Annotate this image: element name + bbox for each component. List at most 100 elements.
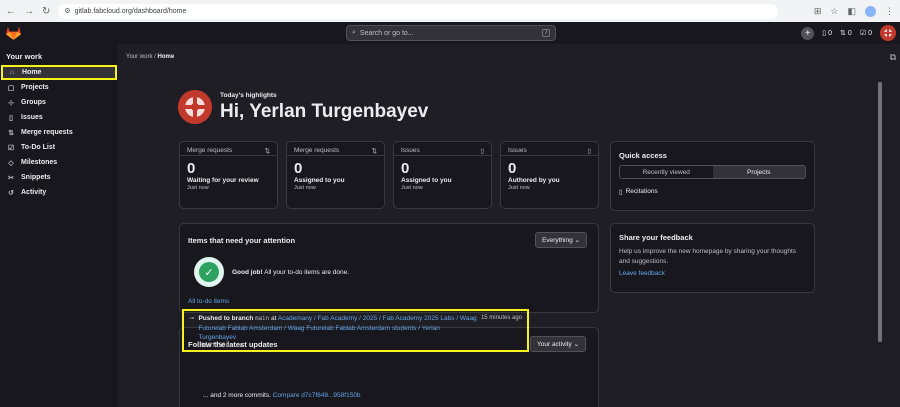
sidebar-item-todo-list[interactable]: ☑ To-Do List <box>0 140 118 155</box>
search-placeholder: Search or go to... <box>359 29 414 37</box>
back-icon[interactable]: ← <box>6 6 16 17</box>
stat-value: 0 <box>401 160 410 177</box>
stat-card-mr-assigned[interactable]: Merge requests ⇅ 0 Assigned to you Just n… <box>286 141 385 209</box>
chevron-down-icon: ⌄ <box>574 237 580 244</box>
greeting: Today's highlights Hi, Yerlan Turgenbaye… <box>178 90 428 124</box>
star-icon[interactable]: ☆ <box>830 6 838 17</box>
breadcrumb-current: Home <box>157 54 175 60</box>
highlights-label: Today's highlights <box>220 91 277 99</box>
scrollbar[interactable] <box>878 82 882 342</box>
sidebar-item-label: Home <box>22 69 42 76</box>
tab-recently-viewed[interactable]: Recently viewed <box>620 166 713 178</box>
gitlab-logo-icon[interactable] <box>2 22 24 44</box>
sidebar-item-groups[interactable]: ⊹ Groups <box>0 95 118 110</box>
user-avatar[interactable] <box>880 25 896 41</box>
breadcrumb-parent[interactable]: Your work <box>126 54 152 60</box>
topbar-actions: + ▯ 0 ⇅ 0 ☑ 0 <box>801 25 896 41</box>
attention-panel: Items that need your attention Everythin… <box>179 223 599 313</box>
stat-desc: Assigned to you <box>294 177 345 184</box>
leave-feedback-link[interactable]: Leave feedback <box>611 267 814 280</box>
all-todo-link[interactable]: All to-do items <box>188 298 229 305</box>
todo-icon: ☑ <box>7 144 15 152</box>
stat-time: Just now <box>187 185 209 191</box>
user-avatar-large <box>178 90 212 124</box>
compare-link[interactable]: Compare d7c7f849...958f150b <box>273 392 361 399</box>
stat-card-issues-assigned[interactable]: Issues ▯ 0 Assigned to you Just now <box>393 141 492 209</box>
sidebar-item-label: Issues <box>21 114 43 121</box>
main-content: Your work / Home ⧉ Today's highlights Hi… <box>118 44 900 407</box>
quick-access-item[interactable]: ▯ Recitations <box>611 179 814 205</box>
stat-card-issues-authored[interactable]: Issues ▯ 0 Authored by you Just now <box>500 141 599 209</box>
stat-card-mr-review[interactable]: Merge requests ⇅ 0 Waiting for your revie… <box>179 141 278 209</box>
project-icon: ▢ <box>7 84 15 92</box>
stat-value: 0 <box>187 160 196 177</box>
attention-filter-dropdown[interactable]: Everything ⌄ <box>535 232 587 248</box>
feedback-panel: Share your feedback Help us improve the … <box>610 223 815 293</box>
check-icon: ✓ <box>194 257 224 287</box>
quick-access-toggle: Recently viewed Projects <box>619 165 806 179</box>
sidebar-item-projects[interactable]: ▢ Projects <box>0 80 118 95</box>
browser-nav: ← → ↻ <box>6 6 50 17</box>
extensions-icon[interactable]: ◧ <box>847 6 856 17</box>
browser-toolbar: ← → ↻ ⚙ gitlab.fabcloud.org/dashboard/ho… <box>0 0 900 22</box>
forward-icon[interactable]: → <box>24 6 34 17</box>
address-bar[interactable]: ⚙ gitlab.fabcloud.org/dashboard/home <box>58 3 779 19</box>
create-new-button[interactable]: + <box>801 26 815 40</box>
event-action: Pushed to branch <box>198 315 254 322</box>
reload-icon[interactable]: ↻ <box>42 6 50 17</box>
sidebar-item-label: Merge requests <box>21 129 73 136</box>
quick-access-title: Quick access <box>619 151 667 160</box>
search-input[interactable]: ⌕ Search or go to... / <box>346 25 556 41</box>
browser-extensions: ⊞ ☆ ◧ ⋮ <box>814 5 894 17</box>
sidebar-item-home[interactable]: ⌂ Home <box>1 65 117 80</box>
profile-icon[interactable] <box>865 5 876 17</box>
stat-value: 0 <box>294 160 303 177</box>
activity-filter-dropdown[interactable]: Your activity ⌄ <box>530 336 587 352</box>
todo-counter[interactable]: ☑ 0 <box>860 29 872 38</box>
history-icon: ↺ <box>8 189 14 197</box>
sidebar-title: Your work <box>6 52 43 61</box>
sidebar-item-label: Snippets <box>21 174 51 181</box>
sidebar-item-issues[interactable]: ▯ Issues <box>0 110 118 125</box>
issues-icon: ▯ <box>822 30 827 37</box>
sidebar-item-merge-requests[interactable]: ⇅ Merge requests <box>0 125 118 140</box>
issues-icon: ▯ <box>9 114 13 122</box>
stat-time: Just now <box>508 185 530 191</box>
issues-icon: ▯ <box>480 148 484 155</box>
branch-link[interactable]: main <box>255 316 269 322</box>
good-job-label: Good job! <box>232 268 263 276</box>
menu-icon[interactable]: ⋮ <box>885 6 894 17</box>
merge-request-icon: ⇅ <box>371 148 377 155</box>
stat-desc: Waiting for your review <box>187 177 259 184</box>
sidebar-item-label: Groups <box>21 99 46 106</box>
issues-icon: ▯ <box>587 148 591 155</box>
home-icon: ⌂ <box>9 69 15 76</box>
sidebar-item-snippets[interactable]: ✂ Snippets <box>0 170 118 185</box>
merge-request-icon: ⇅ <box>8 129 14 137</box>
merge-requests-counter[interactable]: ⇅ 0 <box>840 29 852 38</box>
merge-request-icon: ⇅ <box>840 30 846 37</box>
stat-time: Just now <box>294 185 316 191</box>
page-title: Hi, Yerlan Turgenbayev <box>220 100 429 122</box>
search-icon: ⌕ <box>352 29 356 36</box>
snippet-icon: ✂ <box>8 174 14 182</box>
site-info-icon[interactable]: ⚙ <box>64 7 70 15</box>
translate-icon[interactable]: ⊞ <box>814 6 822 17</box>
empty-message: All your to-do items are done. <box>264 268 350 276</box>
sidepanel-toggle-icon[interactable]: ⧉ <box>890 52 896 63</box>
stat-desc: Authored by you <box>508 177 560 184</box>
group-icon: ⊹ <box>8 99 14 107</box>
issues-counter[interactable]: ▯ 0 <box>822 29 832 38</box>
gitlab-topbar: ⌕ Search or go to... / + ▯ 0 ⇅ 0 ☑ 0 <box>0 22 900 44</box>
merge-request-icon: ⇅ <box>264 148 270 155</box>
activity-event: ⊸ Pushed to branch main at Academany / F… <box>182 309 529 352</box>
tab-projects[interactable]: Projects <box>712 166 805 178</box>
commit-icon: ⊸ <box>189 315 195 322</box>
more-commits: ... and 2 more commits. Compare d7c7f849… <box>203 392 361 399</box>
sidebar-item-milestones[interactable]: ◇ Milestones <box>0 155 118 170</box>
breadcrumb: Your work / Home <box>126 54 175 60</box>
sidebar-item-activity[interactable]: ↺ Activity <box>0 185 118 200</box>
chevron-down-icon: ⌄ <box>573 341 580 348</box>
feedback-text: Help us improve the new homepage by shar… <box>619 248 797 265</box>
commit-sha[interactable]: 958f150b · a <box>189 342 522 351</box>
